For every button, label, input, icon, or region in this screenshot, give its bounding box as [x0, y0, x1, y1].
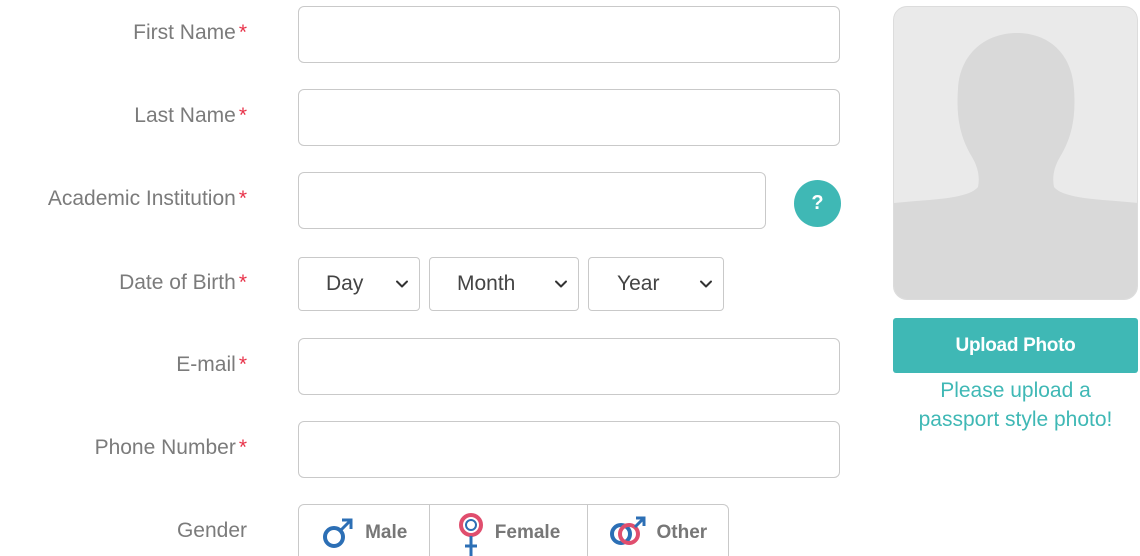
gender-option-label: Female: [494, 521, 561, 543]
chevron-down-icon: [700, 280, 712, 288]
gender-option-male[interactable]: Male: [299, 505, 431, 556]
help-icon[interactable]: ?: [794, 180, 841, 227]
gender-option-female[interactable]: Female: [430, 505, 588, 556]
academic-institution-label: Academic Institution *: [47, 187, 247, 210]
chevron-down-icon: [555, 280, 567, 288]
date-of-birth-label: Date of Birth *: [119, 271, 247, 294]
required-asterisk: *: [238, 271, 247, 294]
birth-month-select[interactable]: Month: [429, 257, 579, 311]
email-input[interactable]: [298, 338, 840, 395]
birth-year-select[interactable]: Year: [588, 257, 724, 311]
upload-photo-note: Please upload a passport style photo!: [918, 379, 1113, 431]
upload-photo-button[interactable]: Upload Photo: [893, 318, 1138, 373]
last-name-label: Last Name *: [134, 104, 247, 127]
required-asterisk: *: [238, 436, 247, 459]
birth-year-value: Year: [617, 272, 660, 295]
gender-option-label: Male: [365, 521, 408, 543]
required-asterisk: *: [238, 104, 247, 127]
last-name-input[interactable]: [298, 89, 840, 146]
academic-institution-input[interactable]: [298, 172, 766, 229]
gender-label: Gender: [176, 519, 247, 542]
required-asterisk: *: [238, 21, 247, 44]
required-asterisk: *: [238, 353, 247, 376]
phone-number-label: Phone Number *: [94, 436, 247, 459]
male-symbol-icon: [323, 518, 353, 548]
other-gender-symbol-icon: [610, 516, 646, 545]
chevron-down-icon: [396, 280, 408, 288]
first-name-label: First Name *: [133, 21, 247, 44]
birth-month-value: Month: [457, 272, 516, 295]
profile-photo-placeholder: [893, 6, 1138, 300]
female-symbol-icon: [458, 512, 483, 556]
birth-day-value: Day: [326, 272, 364, 295]
gender-option-label: Other: [656, 521, 708, 543]
gender-selector: Male Female Other: [298, 504, 729, 556]
gender-option-other[interactable]: Other: [588, 505, 728, 556]
birth-day-select[interactable]: Day: [298, 257, 420, 311]
email-label: E-mail *: [176, 353, 247, 376]
required-asterisk: *: [238, 187, 247, 210]
avatar-silhouette-icon: [894, 33, 1137, 299]
phone-number-input[interactable]: [298, 421, 840, 478]
first-name-input[interactable]: [298, 6, 840, 63]
